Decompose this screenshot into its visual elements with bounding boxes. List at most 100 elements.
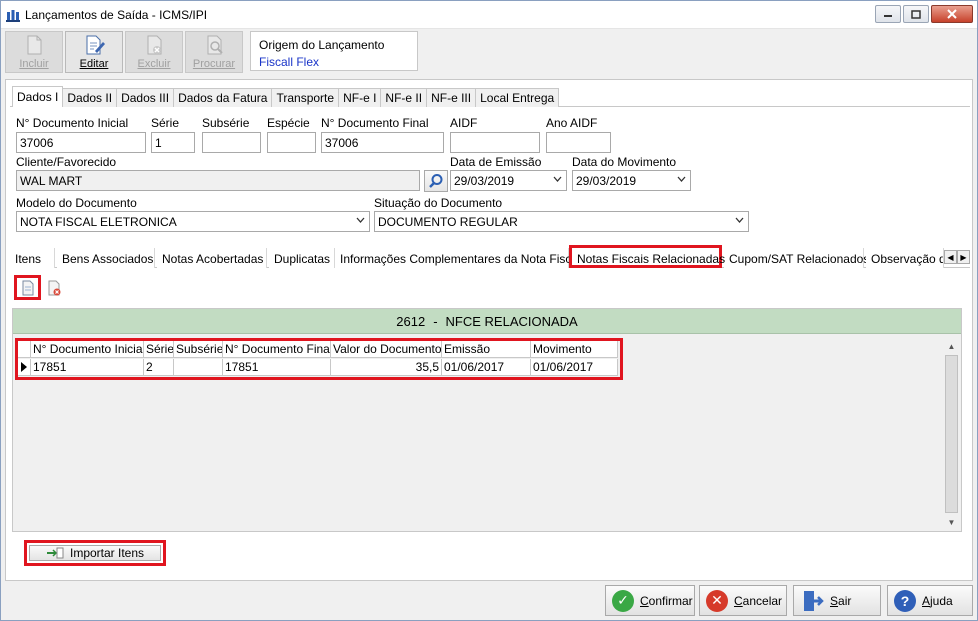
tab-nfe-ii[interactable]: NF-e II: [380, 88, 428, 107]
tab-scroll: ◀ ▶: [944, 250, 970, 264]
chevron-down-icon: [356, 217, 365, 223]
modelo-select[interactable]: NOTA FISCAL ELETRONICA: [16, 211, 370, 232]
chevron-down-icon: [553, 176, 562, 182]
app-icon: [6, 10, 20, 22]
main-window: Lançamentos de Saída - ICMS/IPI Incluir: [0, 0, 978, 621]
exit-door-icon: [804, 590, 824, 611]
subtab-cupom-sat[interactable]: Cupom/SAT Relacionados: [724, 248, 869, 268]
serie-label: Série: [151, 116, 180, 130]
subserie-label: Subsérie: [202, 116, 250, 130]
incluir-button[interactable]: Incluir: [5, 31, 63, 73]
cliente-label: Cliente/Favorecido: [16, 155, 117, 169]
subtab-notas-acobertadas[interactable]: Notas Acobertadas: [157, 248, 267, 268]
data-emissao-field[interactable]: 29/03/2019: [450, 170, 567, 191]
tab-local-entrega[interactable]: Local Entrega: [475, 88, 560, 107]
check-icon: ✓: [612, 589, 634, 612]
tab-dados-iii[interactable]: Dados III: [116, 88, 175, 107]
add-document-icon: [22, 280, 33, 295]
add-related-note-button[interactable]: [14, 275, 41, 300]
data-emissao-value: 29/03/2019: [454, 174, 515, 188]
cancel-icon: ✕: [706, 589, 728, 612]
confirmar-label: Confirmar: [640, 593, 693, 608]
subtab-itens[interactable]: Itens: [10, 248, 55, 268]
situacao-label: Situação do Documento: [374, 196, 503, 210]
aidf-field[interactable]: [450, 132, 540, 153]
situacao-select[interactable]: DOCUMENTO REGULAR: [374, 211, 749, 232]
grid-title-text: NFCE RELACIONADA: [445, 313, 578, 329]
tab-nfe-i[interactable]: NF-e I: [338, 88, 382, 107]
doc-final-field[interactable]: 37006: [321, 132, 444, 153]
excluir-label: Excluir: [137, 58, 171, 70]
excluir-button[interactable]: Excluir: [125, 31, 183, 73]
help-icon: ?: [894, 589, 916, 612]
cliente-search-button[interactable]: [424, 170, 448, 192]
ajuda-button[interactable]: ? Ajuda: [887, 585, 973, 616]
cancelar-label: Cancelar: [734, 593, 783, 608]
data-emissao-label: Data de Emissão: [450, 155, 542, 169]
editar-label: Editar: [79, 58, 109, 70]
serie-field[interactable]: 1: [151, 132, 195, 153]
tab-dados-ii[interactable]: Dados II: [62, 88, 118, 107]
new-document-icon: [27, 35, 42, 55]
scroll-down-icon[interactable]: ▼: [944, 515, 959, 529]
grid-area: N° Documento Inicial Série Subsérie N° D…: [13, 335, 961, 531]
aidf-label: AIDF: [450, 116, 478, 130]
origin-label: Origem do Lançamento: [259, 38, 385, 52]
situacao-value: DOCUMENTO REGULAR: [378, 215, 518, 229]
grid-highlight: [15, 338, 623, 380]
grid-title-code: 2612: [396, 313, 426, 329]
close-icon: [947, 9, 957, 19]
grid-scrollbar[interactable]: ▲ ▼: [944, 339, 959, 529]
sair-label: Sair: [830, 593, 852, 608]
modelo-value: NOTA FISCAL ELETRONICA: [20, 215, 177, 229]
tab-transporte[interactable]: Transporte: [271, 88, 340, 107]
delete-document-icon: [147, 35, 162, 55]
edit-document-icon: [86, 35, 105, 55]
search-icon: [429, 174, 443, 188]
data-movimento-field[interactable]: 29/03/2019: [572, 170, 691, 191]
tab-scroll-left[interactable]: ◀: [944, 250, 957, 264]
origin-box: Origem do Lançamento Fiscall Flex: [250, 31, 418, 71]
delete-related-note-button[interactable]: [43, 277, 64, 298]
importar-itens-inner[interactable]: Importar Itens: [29, 545, 161, 561]
doc-inicial-field[interactable]: 37006: [16, 132, 146, 153]
subtab-observacao[interactable]: Observação d: [866, 248, 944, 268]
delete-document-icon: [48, 280, 60, 295]
cancelar-button[interactable]: ✕ Cancelar: [699, 585, 787, 616]
scroll-thumb[interactable]: [945, 355, 958, 513]
chevron-down-icon: [735, 217, 744, 223]
subtab-bens-associados[interactable]: Bens Associados: [57, 248, 155, 268]
maximize-button[interactable]: [903, 5, 929, 23]
ano-aidf-field[interactable]: [546, 132, 611, 153]
sub-tabs: Itens Bens Associados Notas Acobertadas …: [10, 245, 970, 268]
tab-dados-fatura[interactable]: Dados da Fatura: [173, 88, 273, 107]
procurar-button[interactable]: Procurar: [185, 31, 243, 73]
search-document-icon: [207, 35, 223, 55]
importar-itens-label: Importar Itens: [69, 546, 145, 560]
sair-button[interactable]: Sair: [793, 585, 881, 616]
grid-title: 2612 - NFCE RELACIONADA: [13, 309, 961, 334]
importar-itens-button[interactable]: Importar Itens: [24, 540, 166, 566]
confirmar-button[interactable]: ✓ Confirmar: [605, 585, 695, 616]
scroll-up-icon[interactable]: ▲: [944, 339, 959, 353]
subtab-informacoes-complementares[interactable]: Informações Complementares da Nota Fisca…: [335, 248, 581, 268]
tab-dados-i[interactable]: Dados I: [12, 86, 64, 107]
main-panel: Dados I Dados II Dados III Dados da Fatu…: [5, 79, 973, 581]
especie-field[interactable]: [267, 132, 316, 153]
modelo-label: Modelo do Documento: [16, 196, 137, 210]
minimize-button[interactable]: [875, 5, 901, 23]
cliente-field[interactable]: WAL MART: [16, 170, 420, 191]
related-notes-panel: 2612 - NFCE RELACIONADA N° Documento Ini…: [12, 308, 962, 532]
import-icon: [46, 547, 64, 559]
editar-button[interactable]: Editar: [65, 31, 123, 73]
tab-nfe-iii[interactable]: NF-e III: [426, 88, 477, 107]
ajuda-label: Ajuda: [922, 593, 953, 608]
subserie-field[interactable]: [202, 132, 261, 153]
close-button[interactable]: [931, 5, 973, 23]
especie-label: Espécie: [267, 116, 310, 130]
subtab-duplicatas[interactable]: Duplicatas: [269, 248, 335, 268]
chevron-down-icon: [677, 176, 686, 182]
subtab-notas-fiscais-relacionadas[interactable]: Notas Fiscais Relacionadas: [569, 245, 725, 268]
tab-scroll-right[interactable]: ▶: [957, 250, 970, 264]
grid-title-separator: -: [433, 313, 438, 329]
